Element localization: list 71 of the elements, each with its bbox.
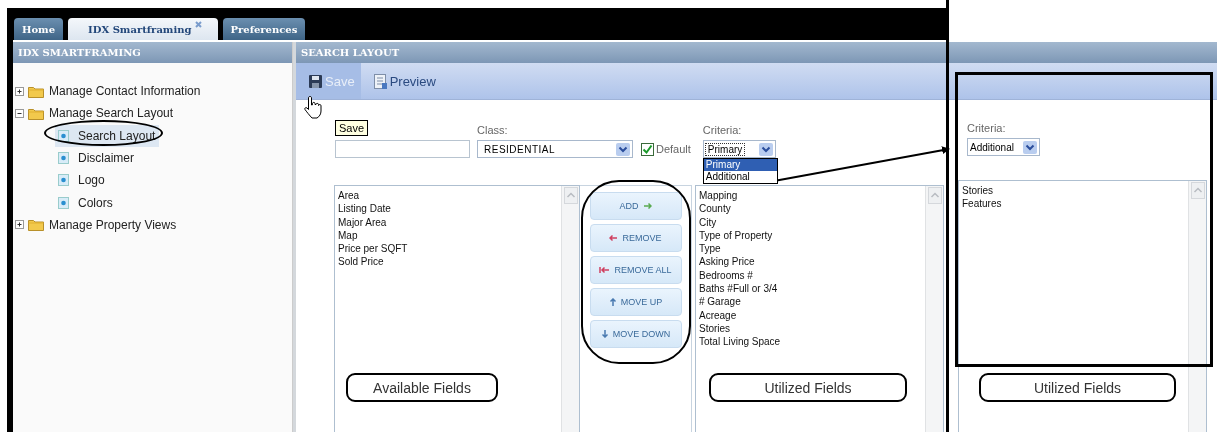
text-field[interactable] xyxy=(335,140,470,158)
callout-label: Available Fields xyxy=(346,373,498,402)
tooltip: Save xyxy=(335,120,369,136)
list-item[interactable]: Features xyxy=(962,197,1002,211)
field-label: Criteria: xyxy=(967,122,1007,136)
callout-label: Utilized Fields xyxy=(979,373,1176,402)
action-button[interactable]: REMOVE ALL xyxy=(589,256,682,284)
list-item[interactable]: # Garage xyxy=(699,295,781,309)
chevron-down-icon xyxy=(616,142,630,156)
toolbar-button[interactable]: Preview xyxy=(360,63,444,99)
tab[interactable]: Home xyxy=(14,18,64,40)
page-icon xyxy=(58,152,69,165)
hand-cursor-icon xyxy=(304,95,322,119)
tree-item[interactable]: Search Layout xyxy=(55,124,160,147)
page-icon xyxy=(58,196,69,209)
chevron-down-icon xyxy=(1023,140,1037,154)
checkbox-label: Default xyxy=(656,143,691,155)
list-item[interactable]: County xyxy=(699,202,781,216)
chevron-down-icon xyxy=(758,142,773,156)
dropdown-option[interactable]: Primary xyxy=(703,159,777,171)
tab[interactable]: Preferences xyxy=(222,18,306,40)
action-button[interactable]: REMOVE xyxy=(589,224,682,252)
tree-item[interactable]: Manage Search Layout xyxy=(15,102,178,125)
list-item[interactable]: Area xyxy=(338,189,408,203)
page-icon xyxy=(58,129,69,142)
page-icon xyxy=(58,174,69,187)
list-item[interactable]: Total Living Space xyxy=(699,335,781,349)
list-item[interactable]: Baths #Full or 3/4 xyxy=(699,282,781,296)
list-item[interactable]: Mapping xyxy=(699,189,781,203)
dropdown-option[interactable]: Additional xyxy=(703,171,777,183)
list-item[interactable]: Asking Price xyxy=(699,255,781,269)
list-item[interactable]: Price per SQFT xyxy=(338,242,408,256)
checkbox[interactable] xyxy=(641,142,654,156)
panel-header: SEARCH LAYOUT xyxy=(296,42,1217,63)
criteria-dropdown[interactable]: Additional xyxy=(967,138,1040,156)
document-icon xyxy=(373,73,387,89)
tree-item[interactable]: Disclaimer xyxy=(55,146,138,170)
list-item[interactable]: Stories xyxy=(962,184,1002,198)
tree-item[interactable]: Manage Property Views xyxy=(15,213,181,237)
left-arrow-icon xyxy=(599,266,611,274)
right-arrow-icon xyxy=(642,202,652,210)
list-item[interactable]: Major Area xyxy=(338,215,408,229)
action-button[interactable]: MOVE UP xyxy=(589,288,682,316)
list-item[interactable]: Bedrooms # xyxy=(699,268,781,283)
list-item[interactable]: Type of Property xyxy=(699,228,781,243)
folder-icon xyxy=(28,218,44,232)
left-arrow-icon xyxy=(609,234,619,242)
list-item[interactable]: Stories xyxy=(699,321,781,336)
field-label: Criteria: xyxy=(702,124,743,138)
check-icon xyxy=(642,143,653,155)
list-item[interactable]: Sold Price xyxy=(338,255,408,269)
list-item[interactable]: Map xyxy=(338,228,408,243)
list-item[interactable]: City xyxy=(699,215,781,229)
class-dropdown[interactable]: RESIDENTIAL xyxy=(477,140,633,158)
tree-item[interactable]: Colors xyxy=(55,191,117,214)
tab[interactable]: IDX Smartframing xyxy=(68,18,218,40)
tree-item[interactable]: Logo xyxy=(55,169,109,192)
list-item[interactable]: Type xyxy=(699,242,781,256)
callout-label: Utilized Fields xyxy=(709,373,907,402)
down-arrow-icon xyxy=(600,330,609,338)
field-label: Class: xyxy=(477,124,509,138)
list-item[interactable]: Acreage xyxy=(699,308,781,322)
list-item[interactable]: Listing Date xyxy=(338,202,408,216)
panel-header: IDX SMARTFRAMING xyxy=(13,42,292,63)
up-arrow-icon xyxy=(608,298,617,306)
folder-icon xyxy=(28,106,44,120)
tree-item[interactable]: Manage Contact Information xyxy=(15,80,205,103)
criteria-dropdown[interactable]: Primary xyxy=(702,140,776,158)
folder-icon xyxy=(28,84,44,98)
action-button[interactable]: MOVE DOWN xyxy=(589,320,682,348)
action-button[interactable]: ADD xyxy=(589,192,682,220)
